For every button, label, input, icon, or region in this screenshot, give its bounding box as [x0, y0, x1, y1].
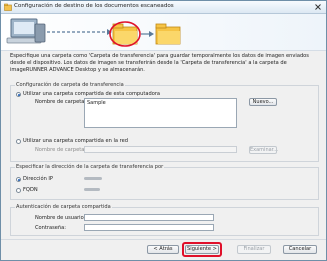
folder-wizard-icon	[4, 3, 12, 11]
close-icon[interactable]	[314, 3, 322, 11]
finish-button: Finalizar	[237, 245, 271, 254]
wizard-window: Configuración de destino de los document…	[0, 0, 327, 261]
radio-network-folder[interactable]	[16, 139, 21, 144]
address-group-title: Especificar la dirección de la carpeta d…	[15, 164, 165, 170]
username-input[interactable]	[84, 214, 214, 221]
radio-local-folder[interactable]	[16, 92, 21, 97]
ip-address-value	[84, 177, 102, 180]
cancel-button[interactable]: Cancelar	[283, 245, 317, 254]
auth-group: Autenticación de carpeta compartida Nomb…	[10, 204, 319, 236]
transfer-folder-group: Configuración de carpeta de transferenci…	[10, 82, 319, 162]
banner-illustration	[6, 18, 181, 47]
computer-icon	[6, 18, 46, 44]
wizard-banner	[1, 14, 326, 51]
radio-fqdn[interactable]	[16, 188, 21, 193]
folder-listbox[interactable]: Sample	[84, 98, 237, 128]
transfer-folder-group-title: Configuración de carpeta de transferenci…	[15, 82, 125, 88]
password-label: Contraseña:	[35, 225, 66, 231]
folder-name-label: Nombre de carpeta:	[35, 99, 87, 105]
radio-fqdn-label[interactable]: FQDN	[23, 187, 38, 193]
radio-network-folder-label[interactable]: Utilizar una carpeta compartida en la re…	[23, 138, 128, 144]
address-group: Especificar la dirección de la carpeta d…	[10, 164, 319, 200]
next-button[interactable]: Siguiente >	[185, 245, 219, 254]
folder-list-item[interactable]: Sample	[87, 100, 106, 106]
title-bar: Configuración de destino de los document…	[1, 1, 326, 14]
radio-local-folder-label[interactable]: Utilizar una carpeta compartida de esta …	[23, 91, 160, 97]
new-folder-button[interactable]: Nuevo...	[249, 98, 277, 106]
footer-divider	[1, 239, 326, 240]
description-text: Especifique una carpeta como 'Carpeta de…	[10, 53, 309, 73]
auth-group-title: Autenticación de carpeta compartida	[15, 204, 112, 210]
folder-icon	[112, 23, 138, 45]
radio-ip-address-label[interactable]: Dirección IP	[23, 176, 53, 182]
window-title: Configuración de destino de los document…	[14, 3, 174, 9]
network-folder-name-label: Nombre de carpeta:	[35, 147, 87, 153]
fqdn-value	[84, 188, 100, 191]
browse-button: Examinar...	[249, 146, 279, 154]
username-label: Nombre de usuario:	[35, 215, 86, 221]
back-button[interactable]: < Atrás	[147, 245, 179, 254]
radio-ip-address[interactable]	[16, 177, 21, 182]
network-folder-input	[84, 146, 237, 153]
password-input[interactable]	[84, 224, 214, 231]
folder-icon	[155, 23, 181, 45]
